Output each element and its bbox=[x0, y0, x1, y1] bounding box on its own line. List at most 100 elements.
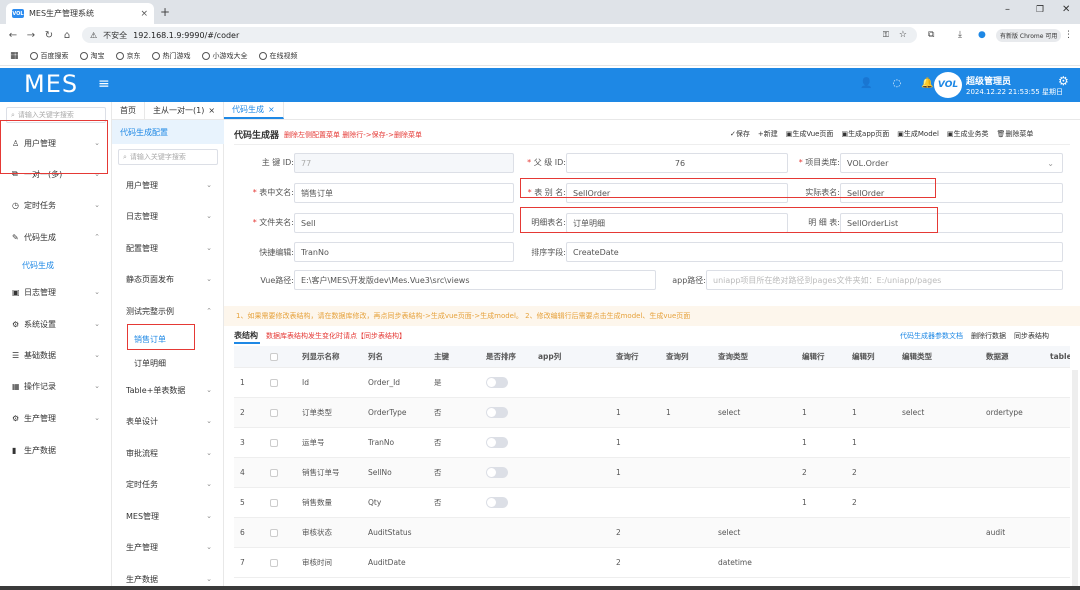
tree-item[interactable]: 定时任务 ⌄ bbox=[112, 475, 224, 493]
search-icon: ⌕ bbox=[123, 152, 127, 161]
bookmark-item[interactable]: 在线视频 bbox=[258, 51, 298, 61]
bookmark-item[interactable]: 小游戏大全 bbox=[201, 51, 248, 61]
tree-item[interactable]: 静态页面发布 ⌄ bbox=[112, 270, 224, 288]
bookmark-item[interactable]: 淘宝 bbox=[79, 51, 105, 61]
tab-one-to-one[interactable]: 主从一对一(1) × bbox=[145, 102, 225, 119]
apps-icon[interactable]: ▦ bbox=[10, 51, 19, 61]
close-icon[interactable]: × bbox=[140, 9, 148, 19]
tree-item[interactable]: 表单设计 ⌄ bbox=[112, 412, 224, 430]
folder-field[interactable]: Sell bbox=[294, 213, 514, 233]
gen-app-button[interactable]: ▣生成app页面 bbox=[841, 129, 889, 139]
tab-home[interactable]: 首页 bbox=[112, 102, 145, 119]
tree-item[interactable]: 用户管理 ⌄ bbox=[112, 176, 224, 194]
profile-icon[interactable]: ● bbox=[978, 30, 986, 40]
sidebar-item-production[interactable]: ⚙ 生产管理 ⌄ bbox=[0, 407, 112, 429]
sortable-switch[interactable] bbox=[486, 377, 508, 388]
parent-id-stepper[interactable]: 76 bbox=[566, 153, 788, 173]
save-button[interactable]: ✓保存 bbox=[730, 129, 750, 139]
sort-field[interactable]: CreateDate bbox=[566, 242, 1063, 262]
docs-link[interactable]: 代码生成器参数文档 bbox=[900, 331, 963, 341]
calendar-icon: ▣ bbox=[12, 287, 20, 297]
delete-menu-button[interactable]: 🗑删除菜单 bbox=[997, 129, 1034, 139]
tree-item[interactable]: 审批流程 ⌄ bbox=[112, 444, 224, 462]
tree-item[interactable]: 测试完整示例 ⌃ bbox=[112, 302, 224, 320]
sidebar-item-log[interactable]: ▣ 日志管理 ⌄ bbox=[0, 281, 112, 303]
sortable-switch[interactable] bbox=[486, 407, 508, 418]
more-icon[interactable]: ⋮ bbox=[1064, 30, 1073, 40]
gen-service-button[interactable]: ▣生成业务类 bbox=[947, 129, 989, 139]
reload-icon[interactable]: ↻ bbox=[40, 30, 58, 41]
url-field[interactable]: ⚠ 不安全 192.168.1.9:9990/#/coder ☆ ⚿ bbox=[82, 27, 917, 43]
refresh-icon[interactable]: ◌ bbox=[892, 78, 901, 89]
chevron-down-icon: ⌄ bbox=[1047, 158, 1054, 168]
sidebar-item-scheduled[interactable]: ◷ 定时任务 ⌄ bbox=[0, 194, 112, 216]
project-type-select[interactable]: VOL.Order ⌄ bbox=[840, 153, 1063, 173]
table-scrollbar[interactable] bbox=[1072, 370, 1078, 590]
tab-codegen[interactable]: 代码生成 × bbox=[224, 102, 284, 119]
sidebar-item-records[interactable]: ▦ 操作记录 ⌄ bbox=[0, 375, 112, 397]
table-row[interactable]: 6 审核状态 AuditStatus 2 select audit bbox=[234, 518, 1070, 548]
row-checkbox[interactable] bbox=[270, 529, 278, 537]
row-checkbox[interactable] bbox=[270, 469, 278, 477]
avatar[interactable]: VOL bbox=[934, 72, 962, 98]
home-icon[interactable]: ⌂ bbox=[58, 30, 76, 41]
star-icon[interactable]: ☆ bbox=[899, 30, 907, 40]
table-row[interactable]: 4 销售订单号 SellNo 否 1 2 2 bbox=[234, 458, 1070, 488]
close-window-icon[interactable]: ✕ bbox=[1062, 4, 1070, 15]
tree-item[interactable]: 日志管理 ⌄ bbox=[112, 207, 224, 225]
user-icon[interactable]: 👤 bbox=[860, 78, 872, 89]
sortable-switch[interactable] bbox=[486, 437, 508, 448]
download-icon[interactable]: ⤓ bbox=[958, 30, 962, 40]
menu-toggle-icon[interactable]: ≡ bbox=[98, 76, 110, 92]
bookmark-item[interactable]: 京东 bbox=[115, 51, 141, 61]
tree-item[interactable]: 配置管理 ⌄ bbox=[112, 239, 224, 257]
table-row[interactable]: 2 订单类型 OrderType 否 1 1 select 1 1 select ordertype bbox=[234, 398, 1070, 428]
sidebar-item-codegen[interactable]: ✎ 代码生成 ⌃ bbox=[0, 226, 112, 248]
key-icon[interactable]: ⚿ bbox=[883, 30, 889, 40]
bell-icon[interactable]: 🔔 bbox=[921, 78, 933, 89]
vue-path-field[interactable]: E:\客户\MES\开发版dev\Mes.Vue3\src\views bbox=[294, 270, 656, 290]
new-tab-icon[interactable]: + bbox=[160, 5, 170, 19]
tree-search-input[interactable]: ⌕ 请输入关键字搜索 bbox=[118, 149, 218, 165]
table-row[interactable]: 5 销售数量 Qty 否 1 2 bbox=[234, 488, 1070, 518]
sortable-switch[interactable] bbox=[486, 467, 508, 478]
row-checkbox[interactable] bbox=[270, 379, 278, 387]
browser-tab[interactable]: VOL MES生产管理系统 × bbox=[6, 3, 154, 24]
table-row[interactable]: 7 审核时间 AuditDate 2 datetime bbox=[234, 548, 1070, 578]
minimize-icon[interactable]: – bbox=[1005, 4, 1010, 15]
bookmark-item[interactable]: 热门游戏 bbox=[151, 51, 191, 61]
select-all-checkbox[interactable] bbox=[270, 353, 278, 361]
back-icon[interactable]: ← bbox=[4, 30, 22, 41]
gen-vue-button[interactable]: ▣生成Vue页面 bbox=[786, 129, 834, 139]
close-icon[interactable]: × bbox=[208, 106, 215, 115]
update-chip[interactable]: 有新版 Chrome 可用 bbox=[996, 29, 1062, 42]
gen-model-button[interactable]: ▣生成Model bbox=[897, 129, 939, 139]
sidebar-item-base-data[interactable]: ☰ 基础数据 ⌄ bbox=[0, 344, 112, 366]
sidebar-item-settings[interactable]: ⚙ 系统设置 ⌄ bbox=[0, 313, 112, 335]
delete-rows-button[interactable]: 删除行数据 bbox=[971, 331, 1006, 341]
sidebar-item-codegen-sub[interactable]: 代码生成 bbox=[0, 254, 112, 276]
forward-icon[interactable]: → bbox=[22, 30, 40, 41]
app-path-field[interactable]: uniapp项目所在绝对路径到pages文件夹如：E:/uniapp/pages bbox=[706, 270, 1063, 290]
tree-item[interactable]: 生产管理 ⌄ bbox=[112, 538, 224, 556]
row-checkbox[interactable] bbox=[270, 439, 278, 447]
gear-icon[interactable]: ⚙ bbox=[1058, 74, 1069, 88]
restore-icon[interactable]: ❐ bbox=[1036, 5, 1044, 15]
close-icon[interactable]: × bbox=[268, 105, 275, 114]
sortable-switch[interactable] bbox=[486, 497, 508, 508]
cn-name-field[interactable]: 销售订单 bbox=[294, 183, 514, 203]
tree-item[interactable]: Table+单表数据 ⌄ bbox=[112, 381, 224, 399]
row-checkbox[interactable] bbox=[270, 499, 278, 507]
row-checkbox[interactable] bbox=[270, 409, 278, 417]
new-button[interactable]: +新建 bbox=[758, 129, 778, 139]
tree-item-order-detail[interactable]: 订单明细 bbox=[112, 354, 224, 372]
table-row[interactable]: 3 运单号 TranNo 否 1 1 1 bbox=[234, 428, 1070, 458]
quick-edit-field[interactable]: TranNo bbox=[294, 242, 514, 262]
sidebar-item-prod-data[interactable]: ▮ 生产数据 bbox=[0, 439, 112, 461]
row-checkbox[interactable] bbox=[270, 559, 278, 567]
bookmark-item[interactable]: 百度搜索 bbox=[29, 51, 69, 61]
extensions-icon[interactable]: ⧉ bbox=[928, 30, 934, 40]
tree-item[interactable]: MES管理 ⌄ bbox=[112, 507, 224, 525]
sync-structure-button[interactable]: 同步表结构 bbox=[1014, 331, 1049, 341]
table-row[interactable]: 1 Id Order_Id 是 bbox=[234, 368, 1070, 398]
